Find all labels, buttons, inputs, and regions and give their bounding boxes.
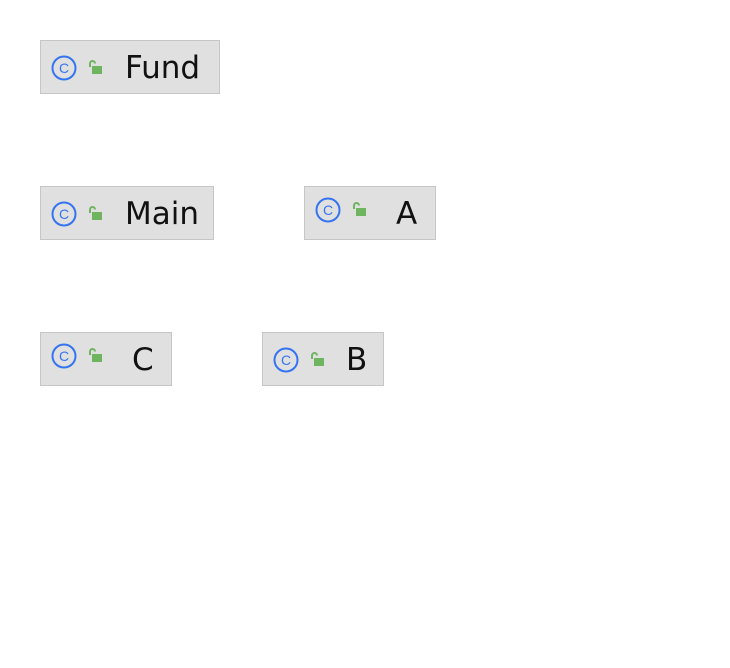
class-node-b[interactable]: C B <box>262 332 384 386</box>
class-name: Main <box>125 196 200 232</box>
diagram-canvas: C Fund C Main C A C C C B <box>0 0 730 668</box>
class-icon: C <box>51 55 77 81</box>
class-icon: C <box>315 197 341 223</box>
class-name: Fund <box>125 50 201 86</box>
class-name: A <box>396 196 418 232</box>
svg-text:C: C <box>59 60 69 76</box>
class-icon: C <box>51 343 77 369</box>
class-node-fund[interactable]: C Fund <box>40 40 220 94</box>
svg-text:C: C <box>281 352 291 368</box>
class-icon: C <box>273 347 299 373</box>
svg-text:C: C <box>59 206 69 222</box>
class-name: B <box>346 342 368 378</box>
svg-text:C: C <box>59 348 69 364</box>
class-node-c[interactable]: C C <box>40 332 172 386</box>
class-name: C <box>132 342 154 378</box>
class-node-a[interactable]: C A <box>304 186 436 240</box>
svg-text:C: C <box>323 202 333 218</box>
class-node-main[interactable]: C Main <box>40 186 214 240</box>
class-icon: C <box>51 201 77 227</box>
unlocked-lock-icon <box>351 201 367 217</box>
unlocked-lock-icon <box>87 59 103 75</box>
unlocked-lock-icon <box>87 205 103 221</box>
unlocked-lock-icon <box>309 351 325 367</box>
unlocked-lock-icon <box>87 347 103 363</box>
